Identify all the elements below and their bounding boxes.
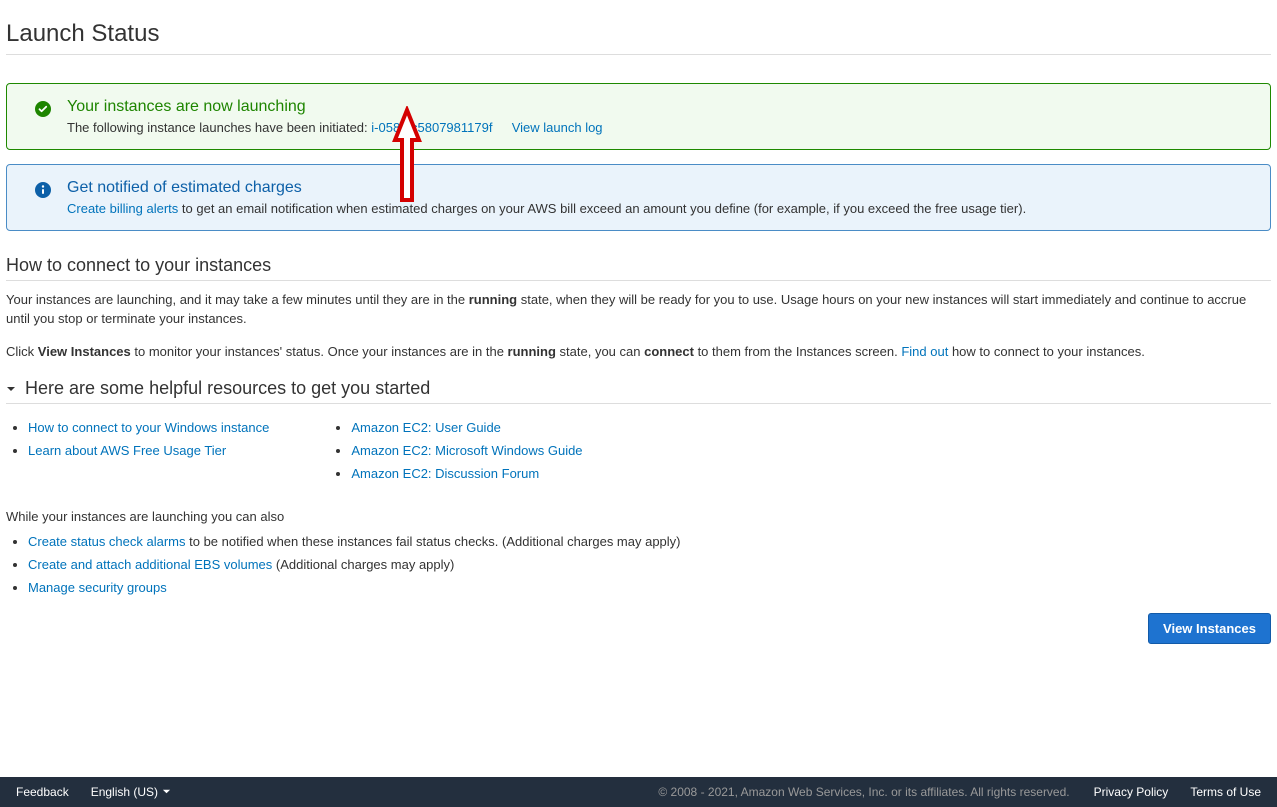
success-title: Your instances are now launching bbox=[67, 98, 1252, 116]
resources-divider bbox=[6, 403, 1271, 404]
list-item: How to connect to your Windows instance bbox=[28, 420, 269, 435]
create-ebs-volumes-link[interactable]: Create and attach additional EBS volumes bbox=[28, 557, 272, 572]
connect-para-1: Your instances are launching, and it may… bbox=[6, 291, 1271, 329]
language-label: English (US) bbox=[91, 785, 158, 799]
launch-success-alert: Your instances are now launching The fol… bbox=[6, 83, 1271, 150]
create-billing-alerts-link[interactable]: Create billing alerts bbox=[67, 201, 178, 216]
instance-id-link[interactable]: i-0588fc5807981179f bbox=[371, 120, 492, 135]
create-status-alarms-link[interactable]: Create status check alarms bbox=[28, 534, 186, 549]
feedback-link[interactable]: Feedback bbox=[16, 785, 69, 799]
footer-legal: © 2008 - 2021, Amazon Web Services, Inc.… bbox=[658, 785, 1069, 799]
resources-header-text: Here are some helpful resources to get y… bbox=[25, 378, 430, 398]
list-item: Amazon EC2: User Guide bbox=[351, 420, 582, 435]
caret-down-icon bbox=[6, 378, 16, 399]
info-body-suffix: to get an email notification when estima… bbox=[182, 201, 1026, 216]
resources-header[interactable]: Here are some helpful resources to get y… bbox=[6, 378, 1271, 400]
caret-down-icon bbox=[162, 785, 171, 799]
success-body-prefix: The following instance launches have bee… bbox=[67, 120, 371, 135]
resource-link[interactable]: Amazon EC2: User Guide bbox=[351, 420, 501, 435]
resource-link[interactable]: Amazon EC2: Discussion Forum bbox=[351, 466, 539, 481]
info-title: Get notified of estimated charges bbox=[67, 179, 1252, 197]
section-divider bbox=[6, 280, 1271, 281]
resource-link[interactable]: How to connect to your Windows instance bbox=[28, 420, 269, 435]
footer-bar: Feedback English (US) © 2008 - 2021, Ama… bbox=[0, 777, 1277, 807]
while-launching-list: Create status check alarms to be notifie… bbox=[6, 534, 1271, 595]
title-divider bbox=[6, 54, 1271, 55]
list-item: Create status check alarms to be notifie… bbox=[28, 534, 1271, 549]
resource-link[interactable]: Learn about AWS Free Usage Tier bbox=[28, 443, 226, 458]
check-circle-icon bbox=[35, 101, 51, 120]
while-launching-intro: While your instances are launching you c… bbox=[6, 509, 1271, 524]
resource-link[interactable]: Amazon EC2: Microsoft Windows Guide bbox=[351, 443, 582, 458]
connect-section-title: How to connect to your instances bbox=[6, 255, 1271, 276]
billing-info-alert: Get notified of estimated charges Create… bbox=[6, 164, 1271, 231]
resources-col-2: Amazon EC2: User Guide Amazon EC2: Micro… bbox=[329, 420, 582, 489]
info-circle-icon bbox=[35, 182, 51, 201]
list-item: Amazon EC2: Microsoft Windows Guide bbox=[351, 443, 582, 458]
page-title: Launch Status bbox=[6, 20, 1271, 48]
terms-of-use-link[interactable]: Terms of Use bbox=[1190, 785, 1261, 799]
language-selector[interactable]: English (US) bbox=[91, 785, 171, 799]
list-item: Create and attach additional EBS volumes… bbox=[28, 557, 1271, 572]
privacy-policy-link[interactable]: Privacy Policy bbox=[1094, 785, 1169, 799]
view-launch-log-link[interactable]: View launch log bbox=[512, 120, 603, 135]
list-item: Learn about AWS Free Usage Tier bbox=[28, 443, 269, 458]
list-item: Amazon EC2: Discussion Forum bbox=[351, 466, 582, 481]
find-out-link[interactable]: Find out bbox=[901, 344, 948, 359]
resources-col-1: How to connect to your Windows instance … bbox=[6, 420, 269, 489]
manage-security-groups-link[interactable]: Manage security groups bbox=[28, 580, 167, 595]
list-item: Manage security groups bbox=[28, 580, 1271, 595]
connect-para-2: Click View Instances to monitor your ins… bbox=[6, 343, 1271, 362]
view-instances-button[interactable]: View Instances bbox=[1148, 613, 1271, 644]
